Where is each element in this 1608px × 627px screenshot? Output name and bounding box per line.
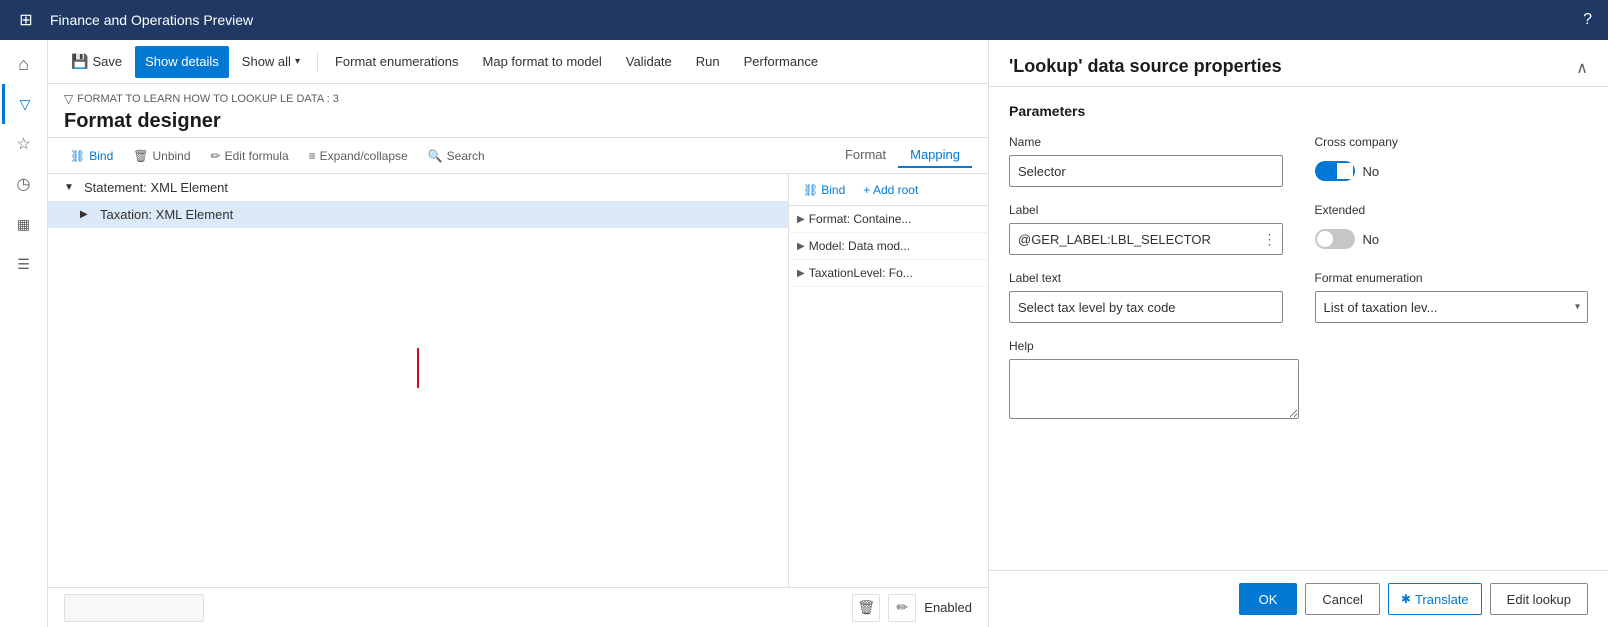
help-label: Help — [1009, 339, 1588, 353]
unbind-button[interactable]: 🗑 Unbind — [127, 146, 196, 166]
sidebar-item-filter[interactable]: ▽ — [2, 84, 46, 124]
label-text-label: Label text — [1009, 271, 1283, 285]
name-label: Name — [1009, 135, 1283, 149]
save-icon: 💾 — [71, 53, 88, 70]
delete-row-button[interactable]: 🗑 — [852, 594, 880, 622]
show-all-button[interactable]: Show all ▾ — [231, 46, 311, 78]
mapping-item[interactable]: ▶ TaxationLevel: Fo... — [789, 260, 988, 287]
sidebar-item-calendar[interactable]: ▦ — [2, 204, 46, 244]
properties-title: 'Lookup' data source properties — [1009, 56, 1282, 77]
name-input[interactable] — [1009, 155, 1283, 187]
mapping-chevron-icon: ▶ — [797, 214, 805, 225]
expand-icon: ≡ — [309, 149, 316, 163]
help-textarea[interactable] — [1009, 359, 1299, 419]
bind-button[interactable]: ⛓ Bind — [64, 146, 119, 166]
label-input[interactable] — [1009, 223, 1283, 255]
collapse-panel-icon[interactable]: ∧ — [1576, 58, 1588, 78]
mapping-item[interactable]: ▶ Model: Data mod... — [789, 233, 988, 260]
chain-icon: ⛓ — [803, 183, 818, 197]
ok-button[interactable]: OK — [1239, 583, 1298, 615]
mapping-bind-button[interactable]: ⛓ Bind — [797, 181, 851, 199]
edit-icon: ✏ — [211, 149, 221, 163]
search-icon: 🔍 — [428, 149, 443, 163]
format-enumeration-label: Format enumeration — [1315, 271, 1589, 285]
map-format-button[interactable]: Map format to model — [472, 46, 613, 78]
edit-row-button[interactable]: ✏ — [888, 594, 916, 622]
extended-label: Extended — [1315, 203, 1589, 217]
show-details-button[interactable]: Show details — [135, 46, 229, 78]
cross-company-label: Cross company — [1315, 135, 1589, 149]
edit-lookup-button[interactable]: Edit lookup — [1490, 583, 1588, 615]
tree-item[interactable]: ▼ Statement: XML Element — [48, 174, 788, 201]
format-enumeration-select[interactable]: List of taxation lev... List taxation — [1315, 291, 1589, 323]
sidebar-item-clock[interactable]: ◷ — [2, 164, 46, 204]
scroll-area — [64, 594, 204, 622]
translate-button[interactable]: ✱ Translate — [1388, 583, 1482, 615]
tree-item-taxation[interactable]: ▶ Taxation: XML Element — [48, 201, 788, 228]
page-title: Format designer — [64, 110, 972, 133]
enabled-label: Enabled — [924, 600, 972, 615]
tab-format[interactable]: Format — [833, 143, 898, 168]
search-button[interactable]: 🔍 Search — [422, 146, 491, 166]
tab-mapping[interactable]: Mapping — [898, 143, 972, 168]
filter-breadcrumb-icon: ▽ — [64, 92, 73, 106]
show-all-chevron-icon: ▾ — [295, 56, 300, 67]
run-button[interactable]: Run — [685, 46, 731, 78]
add-root-button[interactable]: + Add root — [857, 181, 924, 199]
vertical-separator — [417, 348, 419, 388]
breadcrumb: ▽ FORMAT TO LEARN HOW TO LOOKUP LE DATA … — [64, 92, 972, 106]
performance-button[interactable]: Performance — [733, 46, 829, 78]
cross-company-toggle[interactable] — [1315, 161, 1355, 181]
label-text-input[interactable] — [1009, 291, 1283, 323]
sidebar-item-list[interactable]: ☰ — [2, 244, 46, 284]
extended-toggle[interactable] — [1315, 229, 1355, 249]
expand-collapse-button[interactable]: ≡ Expand/collapse — [303, 146, 414, 166]
validate-button[interactable]: Validate — [615, 46, 683, 78]
cross-company-value: No — [1363, 164, 1380, 179]
unbind-icon: 🗑 — [133, 149, 148, 163]
translate-icon: ✱ — [1401, 592, 1411, 606]
parameters-section-header: Parameters — [1009, 103, 1588, 119]
waffle-icon[interactable]: ⊞ — [12, 6, 40, 34]
sidebar-item-star[interactable]: ☆ — [2, 124, 46, 164]
mapping-chevron-icon: ▶ — [797, 241, 805, 252]
label-edit-icon[interactable]: ⋮ — [1263, 231, 1277, 248]
mapping-item[interactable]: ▶ Format: Containe... — [789, 206, 988, 233]
extended-value: No — [1363, 232, 1380, 247]
cancel-button[interactable]: Cancel — [1305, 583, 1379, 615]
format-enumerations-button[interactable]: Format enumerations — [324, 46, 470, 78]
edit-formula-button[interactable]: ✏ Edit formula — [205, 146, 295, 166]
label-label: Label — [1009, 203, 1283, 217]
help-icon[interactable]: ? — [1583, 11, 1592, 29]
collapse-icon: ▼ — [64, 182, 80, 193]
app-title: Finance and Operations Preview — [50, 12, 253, 28]
mapping-chevron-icon: ▶ — [797, 268, 805, 279]
expand-tree-icon: ▶ — [80, 209, 96, 220]
bind-icon: ⛓ — [70, 149, 85, 163]
save-button[interactable]: 💾 Save — [60, 46, 133, 78]
sidebar-item-home[interactable]: ⌂ — [2, 44, 46, 84]
